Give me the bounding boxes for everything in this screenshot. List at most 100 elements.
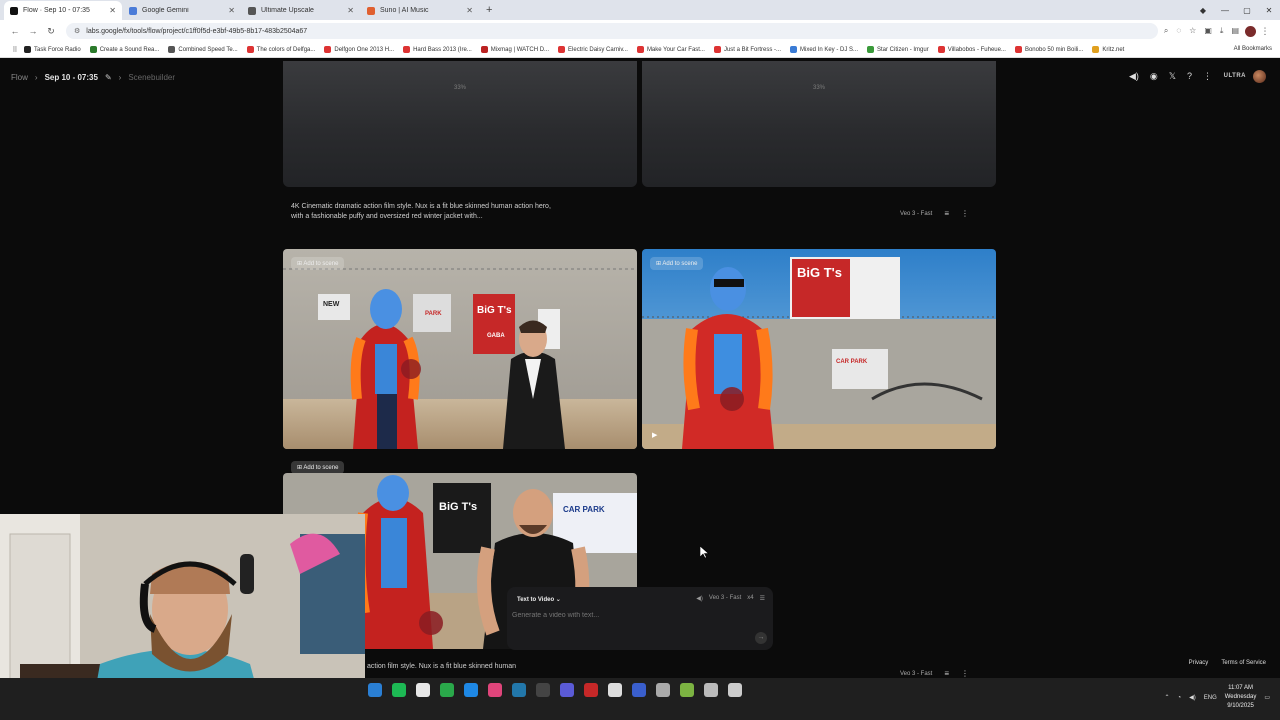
bookmark-item[interactable]: Just a Bit Fortress -... bbox=[713, 46, 781, 53]
extensions-icon[interactable]: ▣ bbox=[1204, 26, 1212, 36]
bookmark-item[interactable]: Kritz.net bbox=[1092, 46, 1124, 53]
taskbar-app-icon[interactable] bbox=[728, 683, 742, 697]
taskbar-app-icon[interactable] bbox=[560, 683, 574, 697]
bookmark-favicon-icon bbox=[403, 46, 411, 53]
close-tab-icon[interactable]: ✕ bbox=[347, 6, 354, 15]
close-tab-icon[interactable]: ✕ bbox=[228, 6, 235, 15]
bookmark-favicon-icon bbox=[1014, 46, 1022, 53]
bookmark-item[interactable]: Bonobo 50 min Boili... bbox=[1014, 46, 1083, 53]
bookmark-item[interactable]: Mixed In Key - DJ S... bbox=[789, 46, 858, 53]
generating-video-card[interactable]: 33% bbox=[642, 61, 996, 187]
eye-off-icon[interactable]: ◌ bbox=[1176, 26, 1181, 36]
bookmark-item[interactable]: Create a Sound Rea... bbox=[89, 46, 159, 53]
speaker-icon[interactable]: ◀) bbox=[1129, 71, 1139, 82]
back-icon[interactable]: ← bbox=[6, 26, 24, 36]
url-field[interactable]: ⚙ labs.google/fx/tools/flow/project/c1ff… bbox=[66, 23, 1158, 39]
bookmark-item[interactable]: Make Your Car Fast... bbox=[636, 46, 705, 53]
video-thumbnail[interactable]: ⊞ Add to scene BiG T's CAR PARK ▶ bbox=[642, 249, 996, 449]
all-bookmarks-button[interactable]: All Bookmarks bbox=[1234, 46, 1272, 52]
bookmark-item[interactable]: Delfgon One 2013 H... bbox=[324, 46, 394, 53]
add-to-scene-button[interactable]: ⊞ Add to scene bbox=[650, 257, 704, 270]
extension-icon[interactable]: ◆ bbox=[1192, 6, 1214, 15]
user-avatar[interactable] bbox=[1253, 70, 1266, 83]
taskbar-app-icon[interactable] bbox=[704, 683, 718, 697]
browser-tab[interactable]: Flow · Sep 10 - 07:35 ✕ bbox=[4, 1, 122, 20]
taskbar-app-icon[interactable] bbox=[440, 683, 454, 697]
menu-icon[interactable]: ⋮ bbox=[1256, 26, 1274, 37]
taskbar-app-icon[interactable] bbox=[536, 683, 550, 697]
notification-icon[interactable]: ▭ bbox=[1264, 694, 1270, 701]
close-tab-icon[interactable]: ✕ bbox=[109, 6, 116, 15]
profile-avatar[interactable] bbox=[1245, 25, 1256, 37]
minimize-button[interactable]: — bbox=[1214, 6, 1236, 15]
site-settings-icon[interactable]: ⚙ bbox=[74, 27, 80, 35]
bookmark-item[interactable]: Mixmag | WATCH D... bbox=[480, 46, 549, 53]
reuse-prompt-icon[interactable]: ≡ bbox=[944, 209, 949, 218]
favicon-icon bbox=[248, 6, 256, 15]
help-icon[interactable]: ? bbox=[1187, 71, 1192, 82]
breadcrumb-root[interactable]: Flow bbox=[11, 73, 28, 82]
bookmark-item[interactable]: The colors of Delfga... bbox=[246, 46, 315, 53]
taskbar-app-icon[interactable] bbox=[392, 683, 406, 697]
bookmark-item[interactable]: Star Citizen - Imgur bbox=[867, 46, 929, 53]
breadcrumb-section[interactable]: Scenebuilder bbox=[128, 73, 175, 82]
bookmark-item[interactable]: Combined Speed Te... bbox=[168, 46, 238, 53]
bookmark-item[interactable]: Electric Daisy Carniv... bbox=[558, 46, 628, 53]
taskbar-app-icon[interactable] bbox=[608, 683, 622, 697]
taskbar-app-icon[interactable] bbox=[512, 683, 526, 697]
apps-icon[interactable]: ⠿ bbox=[6, 46, 24, 54]
bookmark-item[interactable]: Villabobos - Fuheue... bbox=[937, 46, 1006, 53]
sidebar-icon[interactable]: ▤ bbox=[1231, 26, 1239, 36]
terms-link[interactable]: Terms of Service bbox=[1221, 660, 1266, 666]
model-select[interactable]: Veo 3 - Fast bbox=[709, 595, 741, 602]
taskbar-app-icon[interactable] bbox=[584, 683, 598, 697]
close-tab-icon[interactable]: ✕ bbox=[466, 6, 473, 15]
x-icon[interactable]: 𝕏 bbox=[1169, 71, 1176, 82]
forward-icon[interactable]: → bbox=[24, 26, 42, 36]
privacy-link[interactable]: Privacy bbox=[1189, 660, 1209, 666]
star-icon[interactable]: ☆ bbox=[1189, 26, 1196, 36]
taskbar-app-icon[interactable] bbox=[464, 683, 478, 697]
output-count[interactable]: x4 bbox=[747, 595, 753, 602]
language-indicator[interactable]: ENG bbox=[1204, 695, 1217, 701]
add-to-scene-button[interactable]: ⊞ Add to scene bbox=[291, 257, 345, 270]
prompt-text[interactable]: action film style. Nux is a fit blue ski… bbox=[367, 662, 627, 672]
settings-icon[interactable]: ☰ bbox=[760, 595, 765, 602]
taskbar-app-icon[interactable] bbox=[632, 683, 646, 697]
video-thumbnail[interactable]: ⊞ Add to scene BiG T's GABA PARK NEW bbox=[283, 249, 637, 449]
prompt-text[interactable]: 4K Cinematic dramatic action film style.… bbox=[291, 202, 551, 222]
bookmark-item[interactable]: Hard Bass 2013 (Ire... bbox=[403, 46, 472, 53]
more-vert-icon[interactable]: ⋮ bbox=[961, 669, 969, 678]
zoom-icon[interactable]: ⌕ bbox=[1164, 26, 1168, 36]
taskbar-app-icon[interactable] bbox=[680, 683, 694, 697]
audio-icon[interactable]: ◀) bbox=[696, 595, 703, 602]
browser-tab[interactable]: Suno | AI Music ✕ bbox=[361, 1, 479, 20]
send-arrow-icon[interactable]: → bbox=[755, 632, 767, 644]
discord-icon[interactable]: ◉ bbox=[1150, 71, 1158, 82]
maximize-button[interactable]: ▢ bbox=[1236, 6, 1258, 15]
play-icon[interactable]: ▶ bbox=[652, 431, 657, 439]
taskbar-app-icon[interactable] bbox=[368, 683, 382, 697]
breadcrumb-current[interactable]: Sep 10 - 07:35 bbox=[45, 73, 98, 82]
mode-dropdown[interactable]: Text to Video ⌄ bbox=[517, 596, 561, 603]
browser-tab[interactable]: Ultimate Upscale ✕ bbox=[242, 1, 360, 20]
new-tab-button[interactable]: + bbox=[486, 4, 492, 16]
prompt-input[interactable] bbox=[512, 612, 742, 619]
more-vert-icon[interactable]: ⋮ bbox=[961, 209, 969, 218]
more-vert-icon[interactable]: ⋮ bbox=[1203, 71, 1212, 82]
reload-icon[interactable]: ↻ bbox=[42, 26, 60, 37]
volume-icon[interactable]: ◀) bbox=[1189, 694, 1196, 701]
chevron-up-icon[interactable]: ⌃ bbox=[1164, 694, 1169, 701]
browser-tab[interactable]: Google Gemini ✕ bbox=[123, 1, 241, 20]
taskbar-app-icon[interactable] bbox=[416, 683, 430, 697]
taskbar-app-icon[interactable] bbox=[488, 683, 502, 697]
generating-video-card[interactable]: 33% bbox=[283, 61, 637, 187]
taskbar-app-icon[interactable] bbox=[656, 683, 670, 697]
clock[interactable]: 11:07 AM Wednesday 9/10/2025 bbox=[1225, 684, 1257, 711]
reuse-prompt-icon[interactable]: ≡ bbox=[944, 669, 949, 678]
close-window-button[interactable]: ✕ bbox=[1258, 6, 1280, 15]
bookmark-item[interactable]: Task Force Radio bbox=[24, 46, 81, 53]
download-icon[interactable]: ⤓ bbox=[1220, 26, 1224, 36]
pencil-icon[interactable]: ✎ bbox=[105, 73, 112, 82]
network-icon[interactable]: ◔ bbox=[1177, 695, 1181, 701]
